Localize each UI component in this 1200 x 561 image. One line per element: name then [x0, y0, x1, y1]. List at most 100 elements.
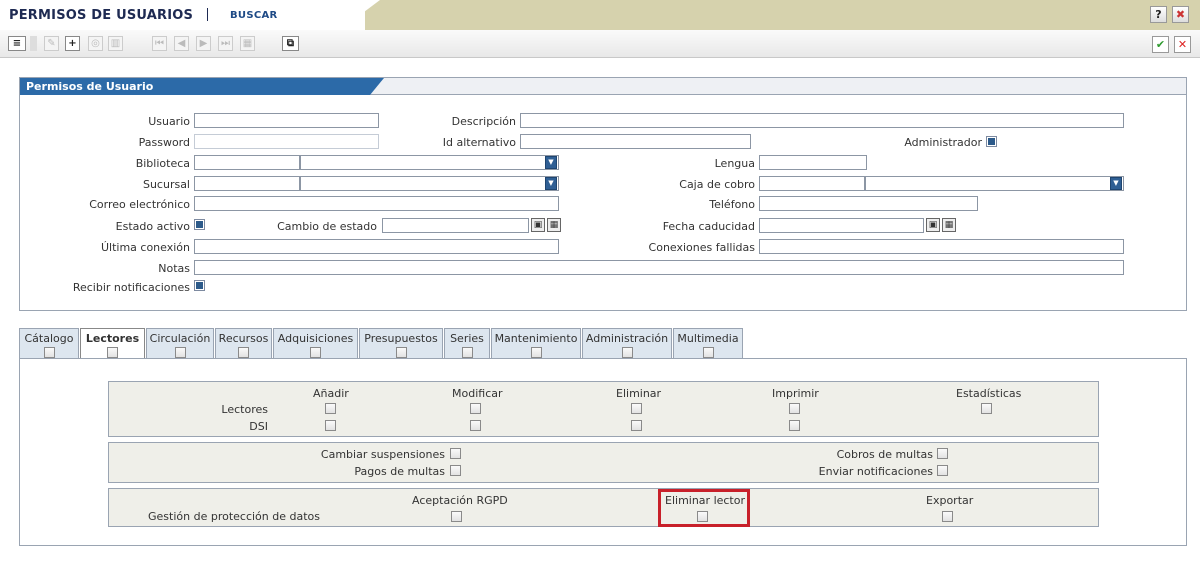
chevron-down-icon[interactable]: ▼ [545, 177, 557, 190]
tab-checkbox[interactable] [43, 347, 55, 358]
lectores-eliminar-checkbox[interactable] [631, 403, 642, 414]
panel-title: Permisos de Usuario [20, 78, 370, 95]
telefono-label: Teléfono [709, 198, 755, 211]
column-header: Aceptación RGPD [412, 494, 508, 507]
telefono-input[interactable] [759, 196, 978, 211]
biblioteca-select[interactable] [300, 155, 559, 170]
delete-icon[interactable]: ▥ [108, 36, 123, 51]
highlight-box [658, 489, 750, 527]
ultima-conexion-input[interactable] [194, 239, 559, 254]
calendar-icon[interactable]: ▣ [531, 218, 545, 232]
tab-checkbox[interactable] [310, 347, 321, 358]
tab-circulacion[interactable]: Circulación [146, 328, 214, 358]
search-mode-label[interactable]: BUSCAR [230, 10, 278, 21]
cancel-button[interactable]: ✕ [1174, 36, 1191, 53]
fecha-caducidad-label: Fecha caducidad [662, 220, 755, 233]
id-alternativo-label: Id alternativo [442, 136, 516, 149]
calendar-grid-icon[interactable]: ▦ [942, 218, 956, 232]
calendar-grid-icon[interactable]: ▦ [547, 218, 561, 232]
tab-presupuestos[interactable]: Presupuestos [359, 328, 443, 358]
dsi-anadir-checkbox[interactable] [325, 420, 336, 431]
help-button[interactable]: ? [1150, 6, 1167, 23]
tab-checkbox[interactable] [621, 347, 633, 358]
sucursal-code-input[interactable] [194, 176, 300, 191]
enviar-notificaciones-checkbox[interactable] [937, 465, 948, 476]
descripcion-input[interactable] [520, 113, 1124, 128]
tab-checkbox[interactable] [395, 347, 407, 358]
tab-catalogo[interactable]: Cátalogo [19, 328, 79, 358]
password-input[interactable] [194, 134, 379, 149]
accept-button[interactable]: ✔ [1152, 36, 1169, 53]
caja-cobro-label: Caja de cobro [679, 178, 755, 191]
aceptacion-rgpd-checkbox[interactable] [451, 511, 462, 522]
last-record-icon[interactable]: ⏭ [218, 36, 233, 51]
page-title: PERMISOS DE USUARIOS [9, 8, 194, 23]
caja-cobro-code-input[interactable] [759, 176, 865, 191]
title-bar: PERMISOS DE USUARIOS BUSCAR ? ✖ [0, 0, 1200, 30]
list-view-icon[interactable]: ≡ [8, 36, 26, 51]
grid-icon[interactable]: ▦ [240, 36, 255, 51]
chevron-down-icon[interactable]: ▼ [545, 156, 557, 169]
dsi-modificar-checkbox[interactable] [470, 420, 481, 431]
tab-series[interactable]: Series [444, 328, 490, 358]
tab-multimedia[interactable]: Multimedia [673, 328, 743, 358]
close-button[interactable]: ✖ [1172, 6, 1189, 23]
next-record-icon[interactable]: ▶ [196, 36, 211, 51]
separator-icon [30, 36, 37, 51]
recibir-notificaciones-checkbox[interactable] [194, 280, 205, 291]
previous-record-icon[interactable]: ◀ [174, 36, 189, 51]
lectores-estadisticas-checkbox[interactable] [981, 403, 992, 414]
biblioteca-code-input[interactable] [194, 155, 300, 170]
estado-activo-checkbox[interactable] [194, 219, 205, 230]
password-label: Password [138, 136, 190, 149]
column-header: Eliminar [616, 387, 662, 400]
tab-adquisiciones[interactable]: Adquisiciones [273, 328, 358, 358]
cambiar-suspensiones-checkbox[interactable] [450, 448, 461, 459]
descripcion-label: Descripción [451, 115, 516, 128]
conexiones-fallidas-input[interactable] [759, 239, 1124, 254]
copy-icon[interactable]: ◎ [88, 36, 103, 51]
cambio-estado-input[interactable] [382, 218, 529, 233]
tab-recursos[interactable]: Recursos [215, 328, 272, 358]
tab-checkbox[interactable] [702, 347, 714, 358]
cobros-multas-checkbox[interactable] [937, 448, 948, 459]
edit-icon[interactable]: ✎ [44, 36, 59, 51]
tab-checkbox[interactable] [461, 347, 473, 358]
lectores-anadir-checkbox[interactable] [325, 403, 336, 414]
duplicate-icon[interactable]: ⧉ [282, 36, 299, 51]
cambio-estado-label: Cambio de estado [277, 220, 377, 233]
lectores-modificar-checkbox[interactable] [470, 403, 481, 414]
estado-activo-label: Estado activo [115, 220, 190, 233]
exportar-checkbox[interactable] [942, 511, 953, 522]
notas-input[interactable] [194, 260, 1124, 275]
tab-checkbox[interactable] [238, 347, 249, 358]
tab-checkbox[interactable] [174, 347, 186, 358]
biblioteca-label: Biblioteca [135, 157, 190, 170]
tab-checkbox[interactable] [530, 347, 542, 358]
sucursal-select[interactable] [300, 176, 559, 191]
column-header: Modificar [452, 387, 503, 400]
dsi-imprimir-checkbox[interactable] [789, 420, 800, 431]
first-record-icon[interactable]: ⏮ [152, 36, 167, 51]
tab-checkbox[interactable] [107, 347, 118, 358]
lectores-imprimir-checkbox[interactable] [789, 403, 800, 414]
column-header: Exportar [926, 494, 974, 507]
fecha-caducidad-input[interactable] [759, 218, 924, 233]
enviar-notificaciones-label: Enviar notificaciones [818, 465, 933, 478]
tab-lectores[interactable]: Lectores [80, 328, 145, 359]
cambiar-suspensiones-label: Cambiar suspensiones [320, 448, 445, 461]
chevron-down-icon[interactable]: ▼ [1110, 177, 1122, 190]
usuario-input[interactable] [194, 113, 379, 128]
id-alternativo-input[interactable] [520, 134, 751, 149]
caja-cobro-select[interactable] [865, 176, 1124, 191]
calendar-icon[interactable]: ▣ [926, 218, 940, 232]
lengua-input[interactable] [759, 155, 867, 170]
administrador-checkbox[interactable] [986, 136, 997, 147]
tab-administracion[interactable]: Administración [582, 328, 672, 358]
add-button[interactable]: + [65, 36, 80, 51]
correo-input[interactable] [194, 196, 559, 211]
tab-mantenimiento[interactable]: Mantenimiento [491, 328, 581, 358]
pagos-multas-checkbox[interactable] [450, 465, 461, 476]
usuario-label: Usuario [148, 115, 190, 128]
dsi-eliminar-checkbox[interactable] [631, 420, 642, 431]
